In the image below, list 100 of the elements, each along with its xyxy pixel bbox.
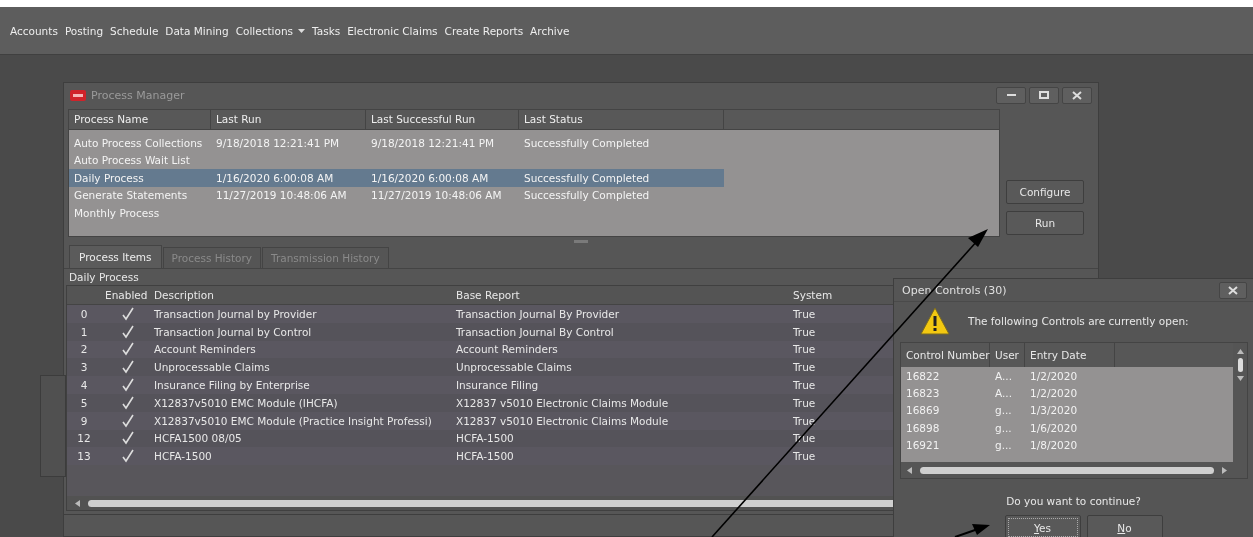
menu-item[interactable]: Electronic Claims (347, 24, 438, 37)
menu-item[interactable]: Create Reports (444, 24, 524, 37)
warning-icon (920, 307, 950, 335)
app-logo-icon (70, 89, 86, 101)
column-header[interactable]: Last Status (519, 110, 724, 129)
table-cell-text: True (792, 343, 817, 356)
table-cell-text: Transaction Journal By Provider (455, 307, 621, 320)
row-number: 12 (76, 432, 92, 445)
table-cell-text: 16921 (905, 438, 941, 451)
column-header[interactable]: Base Report (452, 289, 789, 301)
table-cell-text: True (792, 432, 817, 445)
dialog-title: Open Controls (30) (902, 283, 1008, 297)
table-cell-text: A... (994, 386, 1013, 399)
row-number: 3 (79, 361, 89, 374)
close-button[interactable] (1219, 281, 1247, 299)
table-cell-text: Unprocessable Claims (455, 361, 573, 374)
table-cell-text: 1/2/2020 (1029, 369, 1079, 382)
checkmark-icon[interactable] (120, 431, 135, 446)
table-cell-text: True (792, 307, 817, 320)
maximize-button[interactable] (1029, 86, 1059, 104)
table-cell-text: 1/2/2020 (1029, 386, 1079, 399)
column-header[interactable]: Enabled (101, 289, 150, 301)
dialog-button[interactable]: No (1086, 515, 1163, 537)
menu-item[interactable]: Schedule (110, 24, 159, 37)
table-cell-text: Account Reminders (153, 343, 257, 356)
checkmark-icon[interactable] (120, 324, 135, 339)
table-cell-text: Monthly Process (73, 206, 161, 219)
message-text: The following Controls are currently open: (968, 315, 1189, 327)
table-cell-text: Auto Process Wait List (73, 154, 191, 167)
column-header[interactable]: Last Run (211, 110, 366, 129)
table-cell-text: X12837v5010 EMC Module (Practice Insight Professi) (153, 414, 433, 427)
table-cell-text: 16869 (905, 404, 941, 417)
table-cell-text: Auto Process Collections (73, 136, 204, 149)
table-cell-text: Daily Process (73, 171, 145, 184)
table-cell-text: X12837 v5010 Electronic Claims Module (455, 414, 670, 427)
minimize-icon (1006, 94, 1016, 96)
table-cell-text: 1/16/2020 6:00:08 AM (215, 171, 335, 184)
table-cell-text: g... (994, 421, 1013, 434)
minimize-button[interactable] (996, 86, 1026, 104)
group-label: Daily Process (68, 270, 140, 285)
scrollbar-thumb[interactable] (1237, 358, 1243, 372)
column-header[interactable]: Process Name (69, 110, 211, 129)
menu-item[interactable]: Tasks (312, 24, 341, 37)
menu-item[interactable]: Accounts (10, 24, 58, 37)
window-title: Process Manager (91, 88, 186, 102)
menu-item[interactable]: Archive (530, 24, 570, 37)
table-cell-text: Account Reminders (455, 343, 559, 356)
row-number: 5 (79, 396, 89, 409)
row-number: 13 (76, 450, 92, 463)
process-row[interactable]: Daily Process 1/16/2020 6:00:08 AM 1/16/2020 6:00:08 AM Successfully Completed (69, 169, 724, 187)
scrollbar-thumb[interactable] (920, 466, 1214, 474)
table-cell-text: 1/8/2020 (1029, 438, 1079, 451)
table-cell-text: A... (994, 369, 1013, 382)
checkmark-icon[interactable] (120, 342, 135, 357)
table-cell-text: Unprocessable Claims (153, 361, 271, 374)
table-cell-text: Insurance Filing by Enterprise (153, 379, 311, 392)
table-cell-text: HCFA-1500 (455, 432, 515, 445)
checkmark-icon[interactable] (120, 378, 135, 393)
table-cell-text: 1/3/2020 (1029, 404, 1079, 417)
checkmark-icon[interactable] (120, 449, 135, 464)
table-cell-text: HCFA1500 08/05 (153, 432, 243, 445)
menu-item[interactable]: Collections (235, 24, 306, 37)
table-cell-text: True (792, 450, 817, 463)
table-cell-text: 11/27/2019 10:48:06 AM (215, 189, 348, 202)
action-button[interactable]: Configure (1006, 180, 1084, 204)
close-icon (1228, 285, 1238, 295)
table-cell-text: X12837v5010 EMC Module (IHCFA) (153, 396, 339, 409)
splitter-handle[interactable] (574, 240, 588, 243)
table-cell-text: Transaction Journal By Control (455, 325, 615, 338)
table-cell-text: HCFA-1500 (455, 450, 515, 463)
table-cell-text: Successfully Completed (523, 171, 651, 184)
checkmark-icon[interactable] (120, 413, 135, 428)
row-number: 0 (79, 307, 89, 320)
table-cell-text: X12837 v5010 Electronic Claims Module (455, 396, 670, 409)
table-cell-text: HCFA-1500 (153, 450, 213, 463)
column-header[interactable]: Last Successful Run (366, 110, 519, 129)
table-cell-text: True (792, 325, 817, 338)
table-cell-text: 1/6/2020 (1029, 421, 1079, 434)
column-header[interactable]: Description (150, 289, 452, 301)
checkmark-icon[interactable] (120, 395, 135, 410)
table-cell-text: Successfully Completed (523, 189, 651, 202)
close-button[interactable] (1062, 86, 1092, 104)
action-button[interactable]: Run (1006, 211, 1084, 235)
checkmark-icon[interactable] (120, 306, 135, 321)
tab[interactable]: Process Items (69, 245, 162, 268)
scroll-left-icon (75, 499, 80, 507)
table-cell-text: True (792, 396, 817, 409)
table-cell-text: 16898 (905, 421, 941, 434)
table-cell-text: Generate Statements (73, 189, 189, 202)
table-cell-text: g... (994, 438, 1013, 451)
row-number: 1 (79, 325, 89, 338)
menu-item[interactable]: Data Mining (165, 24, 229, 37)
table-cell-text: 16823 (905, 386, 941, 399)
menu-item[interactable]: Posting (64, 24, 104, 37)
maximize-icon (1039, 91, 1049, 99)
table-cell-text: Transaction Journal by Provider (153, 307, 318, 320)
scroll-left-icon (907, 466, 912, 474)
dialog-button[interactable]: Yes (1004, 515, 1081, 537)
checkmark-icon[interactable] (120, 360, 135, 375)
table-cell-text: Transaction Journal by Control (153, 325, 313, 338)
